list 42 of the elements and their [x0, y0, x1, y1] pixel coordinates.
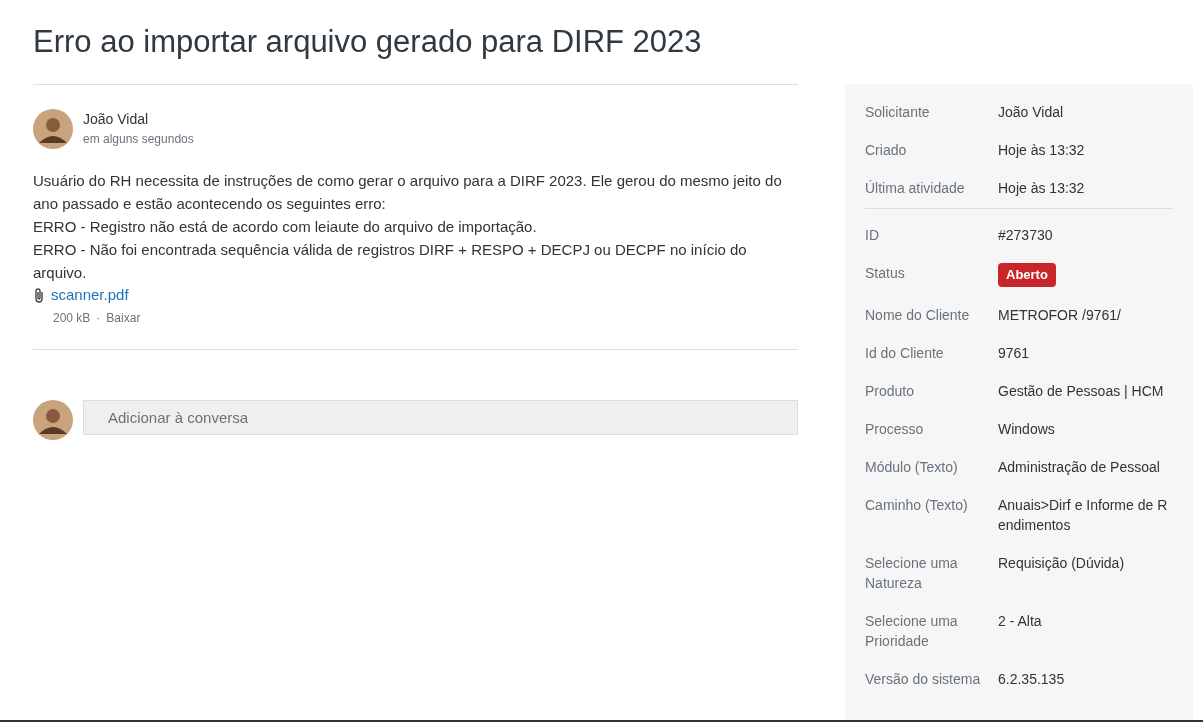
detail-label: ID	[865, 226, 880, 245]
detail-value: Administração de Pessoal	[998, 459, 1160, 475]
message-text: Usuário do RH necessita de instruções de como gerar o arquivo para a DIRF 2023. Ele gerou do mesmo jeito do ano passado e estão acontecendo os seguintes erro:	[33, 171, 783, 214]
detail-label: Produto	[865, 382, 916, 401]
detail-value: Requisição (Dúvida)	[998, 555, 1125, 571]
detail-label: Selecione uma Prioridade	[865, 612, 959, 651]
message-text: ERRO - Registro não está de acordo com leiaute do arquivo de importação.	[33, 217, 538, 237]
attachment-link[interactable]: scanner.pdf	[51, 284, 129, 307]
detail-label: Módulo (Texto)	[865, 458, 959, 477]
detail-label: Versão do sistema	[865, 670, 982, 689]
status-badge: Aberto	[998, 263, 1056, 287]
detail-label: Nome do Cliente	[865, 306, 971, 325]
paperclip-icon	[33, 287, 45, 304]
detail-value: Gestão de Pessoas | HCM	[998, 383, 1164, 399]
file-size: 200 kB	[53, 309, 91, 327]
detail-label: Processo	[865, 420, 925, 439]
detail-label: Caminho (Texto)	[865, 496, 969, 515]
detail-value: 9761	[998, 345, 1030, 361]
author-name: João Vidal	[83, 110, 150, 129]
detail-label: Selecione uma Natureza	[865, 554, 959, 593]
detail-label: Solicitante	[865, 103, 931, 122]
avatar-icon	[33, 109, 73, 149]
download-link[interactable]: Baixar	[106, 308, 141, 327]
post-time: em alguns segundos	[83, 131, 194, 148]
message-text: ERRO - Não foi encontrada sequência válida de registros DIRF + RESPO + DECPJ ou DECPF no início do arquivo.	[33, 240, 748, 283]
detail-label: Id do Cliente	[865, 344, 945, 363]
detail-value: Windows	[998, 421, 1055, 437]
detail-value: 6.2.35.135	[998, 671, 1065, 687]
detail-value: Hoje às 13:32	[998, 142, 1085, 158]
detail-label: Criado	[865, 141, 908, 160]
detail-value: João Vidal	[998, 104, 1064, 120]
detail-value: Hoje às 13:32	[998, 180, 1085, 196]
detail-label: Status	[865, 264, 906, 283]
detail-value: Anuais>Dirf e Informe de Rendimentos	[998, 497, 1168, 533]
avatar-icon	[33, 399, 73, 440]
detail-value: #273730	[998, 227, 1053, 243]
detail-value: 2 - Alta	[998, 613, 1042, 629]
detail-value: METROFOR /9761/	[998, 307, 1121, 323]
separator-dot: ·	[96, 309, 101, 327]
reply-field[interactable]: Adicionar à conversa	[83, 399, 798, 435]
detail-label: Última atividade	[865, 179, 966, 198]
page-title: Erro ao importar arquivo gerado para DIRF 2023	[32, 23, 703, 61]
